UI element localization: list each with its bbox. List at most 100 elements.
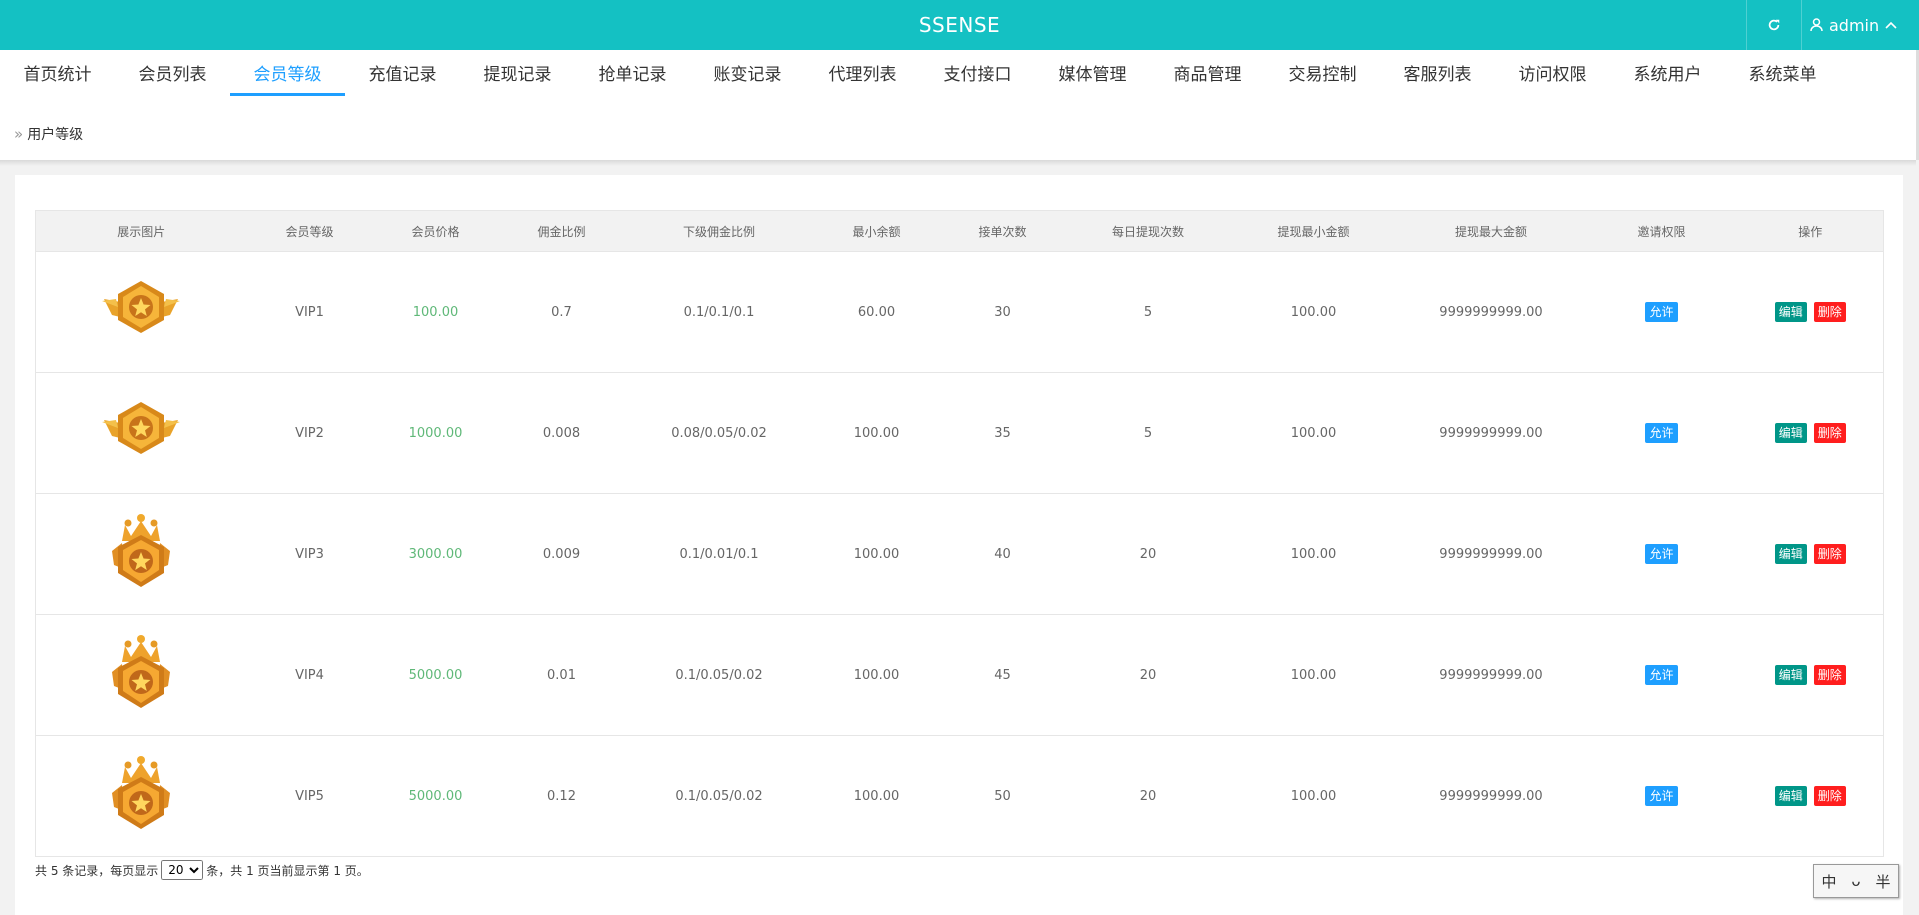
top-header: SSENSE admin xyxy=(0,0,1919,50)
invite-cell: 允许 xyxy=(1585,251,1738,373)
actions-cell: 编辑 删除 xyxy=(1737,735,1884,857)
tab-item[interactable]: 会员列表 xyxy=(115,50,230,96)
tab-item[interactable]: 商品管理 xyxy=(1150,50,1265,96)
tab-item[interactable]: 提现记录 xyxy=(460,50,575,96)
orders-cell: 40 xyxy=(939,493,1066,615)
ime-toolbar[interactable]: 中 ᴗ 半 xyxy=(1813,864,1899,898)
delete-button[interactable]: 删除 xyxy=(1813,786,1846,806)
tab-item[interactable]: 系统用户 xyxy=(1610,50,1725,96)
column-header: 展示图片 xyxy=(35,210,247,252)
actions-cell: 编辑 删除 xyxy=(1737,493,1884,615)
actions-cell: 编辑 删除 xyxy=(1737,614,1884,736)
table-row: VIP1 100.00 0.7 0.1/0.1/0.1 60.00 30 5 100.00 99… xyxy=(35,251,1884,373)
invite-allow-button[interactable]: 允许 xyxy=(1645,665,1678,685)
level-cell: VIP5 xyxy=(246,735,373,857)
withdraw-max-cell: 9999999999.00 xyxy=(1396,251,1586,373)
tab-item[interactable]: 交易控制 xyxy=(1265,50,1380,96)
min-balance-cell: 100.00 xyxy=(813,614,940,736)
commission-cell: 0.12 xyxy=(498,735,625,857)
user-icon xyxy=(1810,18,1823,32)
tab-item[interactable]: 抢单记录 xyxy=(575,50,690,96)
daily-withdrawals-cell: 5 xyxy=(1065,251,1231,373)
tab-item[interactable]: 首页统计 xyxy=(0,50,115,96)
table-body: VIP1 100.00 0.7 0.1/0.1/0.1 60.00 30 5 100.00 99… xyxy=(35,251,1884,857)
edit-button[interactable]: 编辑 xyxy=(1774,423,1807,443)
tab-item[interactable]: 支付接口 xyxy=(920,50,1035,96)
invite-cell: 允许 xyxy=(1585,493,1738,615)
badge-cell xyxy=(35,735,247,857)
level-cell: VIP3 xyxy=(246,493,373,615)
level-badge xyxy=(98,753,184,839)
edit-button[interactable]: 编辑 xyxy=(1774,786,1807,806)
ime-moon-icon[interactable]: ᴗ xyxy=(1851,872,1860,890)
sub-commission-cell: 0.08/0.05/0.02 xyxy=(624,372,814,494)
min-balance-cell: 100.00 xyxy=(813,372,940,494)
badge-cell xyxy=(35,493,247,615)
brand-title: SSENSE xyxy=(918,13,1001,37)
tab-item[interactable]: 会员等级 xyxy=(230,50,345,96)
content-card: 展示图片 会员等级 会员价格 佣金比例 下级佣金比例 最小余额 接单次数 每日提现次数 提现最小… xyxy=(15,175,1903,915)
breadcrumb-current: 用户等级 xyxy=(27,127,84,143)
member-level-table: 展示图片 会员等级 会员价格 佣金比例 下级佣金比例 最小余额 接单次数 每日提现次数 提现最小… xyxy=(35,210,1884,857)
winged-star-badge-icon xyxy=(102,281,181,333)
tab-item[interactable]: 访问权限 xyxy=(1495,50,1610,96)
edit-button[interactable]: 编辑 xyxy=(1774,544,1807,564)
sub-commission-cell: 0.1/0.1/0.1 xyxy=(624,251,814,373)
user-menu[interactable]: admin xyxy=(1810,0,1897,50)
price-cell: 3000.00 xyxy=(372,493,499,615)
commission-cell: 0.009 xyxy=(498,493,625,615)
delete-button[interactable]: 删除 xyxy=(1813,302,1846,322)
chevron-up-icon xyxy=(1885,21,1897,29)
withdraw-min-cell: 100.00 xyxy=(1230,372,1397,494)
orders-cell: 35 xyxy=(939,372,1066,494)
level-badge xyxy=(98,511,184,597)
level-badge xyxy=(98,632,184,718)
withdraw-min-cell: 100.00 xyxy=(1230,614,1397,736)
invite-allow-button[interactable]: 允许 xyxy=(1645,423,1678,443)
price-cell: 1000.00 xyxy=(372,372,499,494)
ime-mode-chinese[interactable]: 中 xyxy=(1821,871,1836,892)
edit-button[interactable]: 编辑 xyxy=(1774,302,1807,322)
column-header: 操作 xyxy=(1737,210,1884,252)
daily-withdrawals-cell: 20 xyxy=(1065,614,1231,736)
commission-cell: 0.01 xyxy=(498,614,625,736)
column-header: 接单次数 xyxy=(939,210,1066,252)
delete-button[interactable]: 删除 xyxy=(1813,544,1846,564)
refresh-icon xyxy=(1768,19,1780,31)
orders-cell: 30 xyxy=(939,251,1066,373)
invite-allow-button[interactable]: 允许 xyxy=(1645,786,1678,806)
sub-commission-cell: 0.1/0.05/0.02 xyxy=(624,614,814,736)
tab-item[interactable]: 代理列表 xyxy=(805,50,920,96)
edit-button[interactable]: 编辑 xyxy=(1774,665,1807,685)
invite-cell: 允许 xyxy=(1585,372,1738,494)
level-badge xyxy=(98,269,184,355)
invite-cell: 允许 xyxy=(1585,614,1738,736)
price-cell: 100.00 xyxy=(372,251,499,373)
user-name: admin xyxy=(1829,15,1880,35)
delete-button[interactable]: 删除 xyxy=(1813,665,1846,685)
invite-allow-button[interactable]: 允许 xyxy=(1645,544,1678,564)
tab-item[interactable]: 媒体管理 xyxy=(1035,50,1150,96)
column-header: 会员等级 xyxy=(246,210,373,252)
tab-item[interactable]: 账变记录 xyxy=(690,50,805,96)
column-header: 佣金比例 xyxy=(498,210,625,252)
orders-cell: 45 xyxy=(939,614,1066,736)
crown-star-badge-icon xyxy=(112,756,171,829)
table-row: VIP4 5000.00 0.01 0.1/0.05/0.02 100.00 45 20 10… xyxy=(35,614,1884,736)
tab-item[interactable]: 客服列表 xyxy=(1380,50,1495,96)
delete-button[interactable]: 删除 xyxy=(1813,423,1846,443)
nav-shadow xyxy=(0,160,1916,166)
refresh-button[interactable] xyxy=(1746,0,1802,50)
orders-cell: 50 xyxy=(939,735,1066,857)
pagination-prefix: 共 5 条记录，每页显示 xyxy=(35,863,159,878)
tab-item[interactable]: 系统菜单 xyxy=(1725,50,1840,96)
ime-halfwidth[interactable]: 半 xyxy=(1876,871,1891,892)
column-header: 会员价格 xyxy=(372,210,499,252)
pagination: 共 5 条记录，每页显示 20 条，共 1 页当前显示第 1 页。 xyxy=(35,860,369,880)
min-balance-cell: 100.00 xyxy=(813,735,940,857)
min-balance-cell: 100.00 xyxy=(813,493,940,615)
withdraw-max-cell: 9999999999.00 xyxy=(1396,493,1586,615)
invite-allow-button[interactable]: 允许 xyxy=(1645,302,1678,322)
page-size-select[interactable]: 20 xyxy=(161,860,204,880)
tab-item[interactable]: 充值记录 xyxy=(345,50,460,96)
